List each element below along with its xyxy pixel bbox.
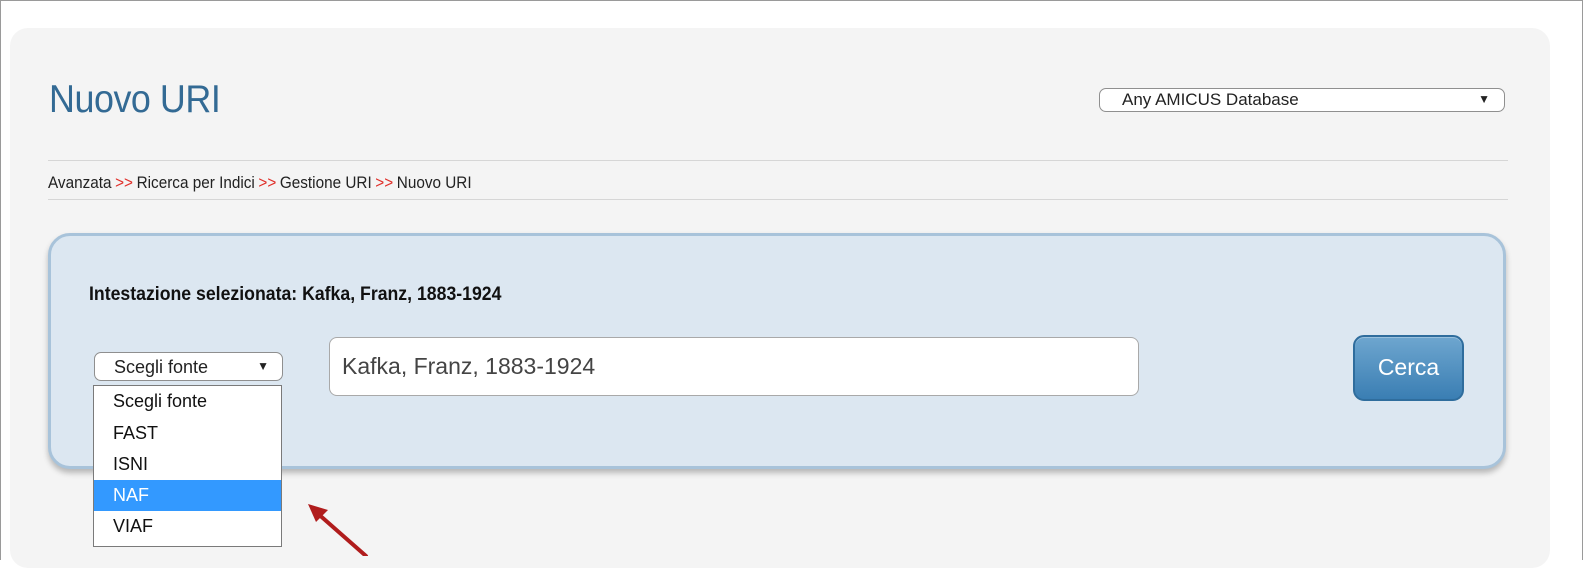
source-option-fast[interactable]: FAST (94, 418, 281, 449)
source-option-isni[interactable]: ISNI (94, 449, 281, 480)
selected-heading-label: Intestazione selezionata: Kafka, Franz, … (89, 284, 502, 305)
source-select-value: Scegli fonte (114, 357, 209, 377)
breadcrumb-separator: >> (115, 173, 133, 192)
divider (48, 160, 1508, 161)
source-dropdown-list: Scegli fonte FAST ISNI NAF VIAF (93, 385, 282, 547)
chevron-down-icon: ▼ (1478, 92, 1490, 106)
page-title: Nuovo URI (49, 78, 221, 121)
breadcrumb-item-current: Nuovo URI (396, 173, 472, 192)
breadcrumb: Avanzata >> Ricerca per Indici >> Gestione U… (48, 173, 472, 193)
red-arrow-icon (308, 504, 368, 556)
search-input[interactable]: Kafka, Franz, 1883-1924 (329, 337, 1139, 396)
breadcrumb-item-ricerca-per-indici[interactable]: Ricerca per Indici (137, 173, 255, 192)
chevron-down-icon: ▼ (257, 359, 269, 373)
source-option-viaf[interactable]: VIAF (94, 511, 281, 542)
breadcrumb-separator: >> (258, 173, 277, 192)
source-option-scegli-fonte[interactable]: Scegli fonte (94, 386, 281, 418)
breadcrumb-item-gestione-uri[interactable]: Gestione URI (280, 173, 372, 192)
divider (48, 199, 1508, 200)
source-select[interactable]: Scegli fonte ▼ (94, 352, 283, 381)
breadcrumb-separator: >> (375, 173, 394, 192)
database-select-value: Any AMICUS Database (1122, 90, 1299, 109)
source-option-naf[interactable]: NAF (94, 480, 281, 511)
database-select[interactable]: Any AMICUS Database ▼ (1099, 88, 1505, 112)
search-button[interactable]: Cerca (1353, 335, 1464, 401)
breadcrumb-item-avanzata[interactable]: Avanzata (48, 173, 112, 192)
